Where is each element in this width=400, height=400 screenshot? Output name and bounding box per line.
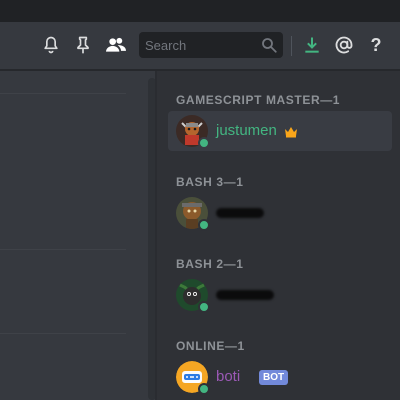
member-category-title: BASH 2—1 xyxy=(176,257,244,271)
member-category-title: GAMESCRIPT MASTER—1 xyxy=(176,93,341,107)
member-name[interactable]: boti xyxy=(216,369,240,385)
online-status-indicator xyxy=(198,219,210,231)
channel-header: ? xyxy=(0,22,400,70)
member-item-redacted[interactable] xyxy=(168,193,392,233)
members-icon[interactable] xyxy=(103,34,129,56)
magnifier-icon[interactable] xyxy=(260,36,278,54)
chat-area xyxy=(0,71,155,400)
chat-divider xyxy=(0,249,126,250)
help-icon[interactable]: ? xyxy=(365,34,387,56)
chat-divider xyxy=(0,333,126,334)
help-glyph: ? xyxy=(370,34,382,55)
header-divider xyxy=(291,36,292,56)
chat-divider xyxy=(0,93,126,94)
window-titlebar xyxy=(0,0,400,22)
redacted-name xyxy=(216,290,274,300)
bell-icon[interactable] xyxy=(40,34,62,56)
download-icon[interactable] xyxy=(301,34,323,56)
member-item-boti[interactable]: boti BOT xyxy=(168,357,392,397)
search-box[interactable] xyxy=(139,32,283,58)
search-input[interactable] xyxy=(139,32,257,58)
online-status-indicator xyxy=(198,383,210,395)
crown-icon xyxy=(284,125,298,138)
member-name[interactable]: justumen xyxy=(216,123,277,139)
pin-icon[interactable] xyxy=(72,34,94,56)
online-status-indicator xyxy=(198,137,210,149)
member-category-title: BASH 3—1 xyxy=(176,175,244,189)
mention-icon[interactable] xyxy=(333,34,355,56)
online-status-indicator xyxy=(198,301,210,313)
member-item-justumen[interactable]: justumen xyxy=(168,111,392,151)
member-category-title: ONLINE—1 xyxy=(176,339,245,353)
member-item-redacted[interactable] xyxy=(168,275,392,315)
member-list: GAMESCRIPT MASTER—1 justumen BASH 3—1 BA… xyxy=(157,71,400,400)
redacted-name xyxy=(216,208,264,218)
bot-badge: BOT xyxy=(259,370,289,385)
